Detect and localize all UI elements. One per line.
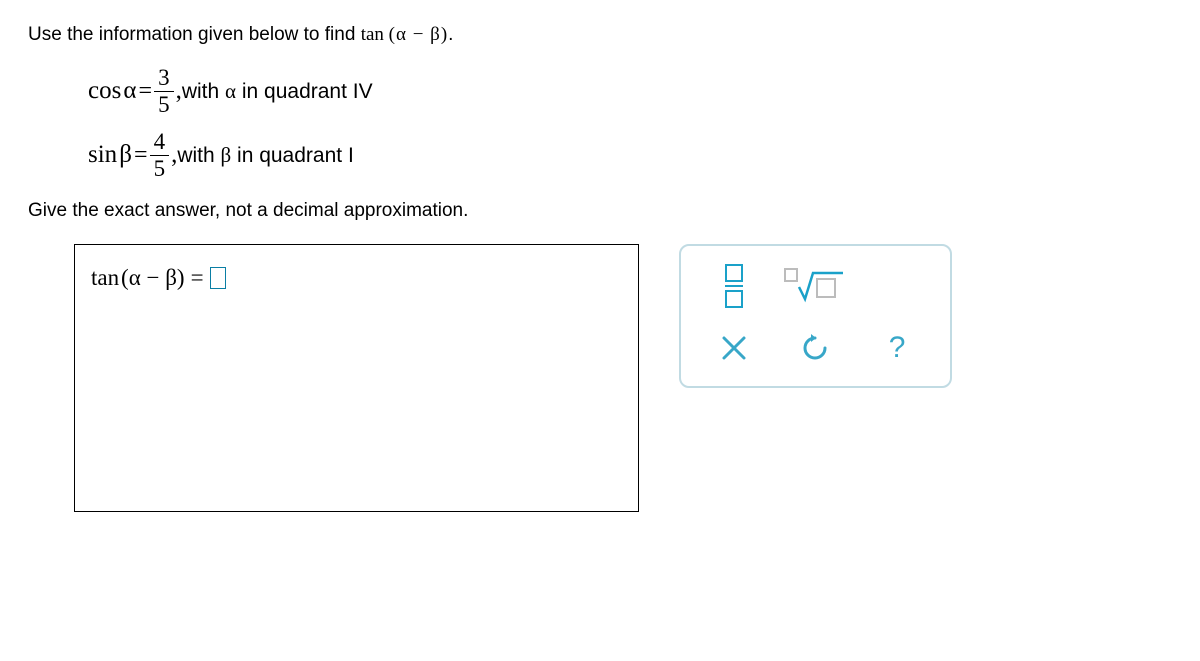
answer-area[interactable]: tan (α − β) = — [74, 244, 639, 512]
given-beta: sin β = 4 5 , with β in quadrant I — [88, 126, 1172, 184]
sqrt-button[interactable] — [785, 262, 845, 310]
answer-input[interactable] — [210, 267, 226, 289]
undo-button[interactable] — [785, 324, 845, 372]
help-button[interactable]: ? — [867, 324, 927, 372]
instruction-text: Give the exact answer, not a decimal app… — [28, 200, 1172, 222]
beta-fraction: 4 5 — [150, 130, 170, 180]
prompt-lead: Use the information given below to find — [28, 24, 361, 45]
given-alpha: cos α = 3 5 , with α in quadrant IV — [88, 62, 1172, 120]
clear-button[interactable] — [704, 324, 764, 372]
alpha-condition: with α in quadrant IV — [182, 79, 373, 104]
given-info: cos α = 3 5 , with α in quadrant IV sin … — [88, 62, 1172, 184]
math-tool-panel: ? — [679, 244, 952, 388]
prompt-target: tan (α − β) — [361, 24, 448, 45]
beta-condition: with β in quadrant I — [177, 143, 353, 168]
answer-expression: tan (α − β) = — [91, 265, 622, 291]
question-prompt: Use the information given below to find … — [28, 24, 1172, 46]
fraction-button[interactable] — [704, 262, 764, 310]
alpha-fraction: 3 5 — [154, 66, 174, 116]
